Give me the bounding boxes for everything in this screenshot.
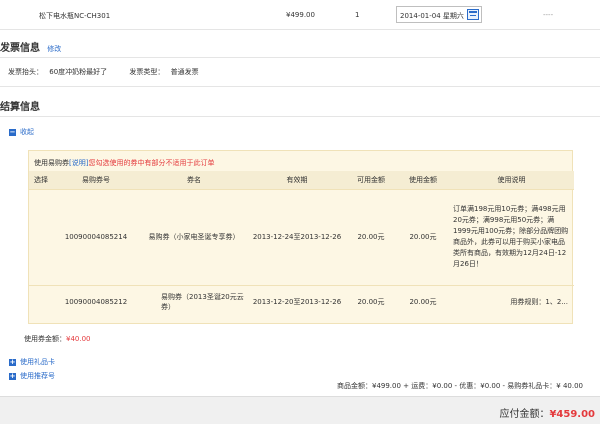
coupon-heading: 使用易购券[说明]您勾选使用的券中有部分不适用于此订单 xyxy=(34,158,214,168)
payable-value: ¥459.00 xyxy=(549,409,595,420)
col-period: 有效期 xyxy=(249,171,345,189)
delivery-date-picker[interactable]: 2014-01-04 星期六 xyxy=(396,6,482,23)
divider xyxy=(0,116,600,117)
product-price: ¥499.00 xyxy=(286,11,315,19)
referral-toggle[interactable]: + 使用推荐号 xyxy=(9,371,55,381)
coupon-total: 使用券金额：¥40.00 xyxy=(24,334,91,344)
col-select: 选择 xyxy=(29,171,53,189)
col-desc: 使用说明 xyxy=(449,171,574,189)
col-used: 使用金额 xyxy=(397,171,449,189)
coupon-used: 20.00元 xyxy=(397,188,449,285)
col-name: 券名 xyxy=(139,171,249,189)
invoice-title: 发票信息 xyxy=(0,43,40,54)
invoice-details: 发票抬头： 60度冲奶粉最好了 发票类型： 普通发票 xyxy=(8,67,199,77)
coupon-period: 2013-12-20至2013-12-26 xyxy=(249,284,345,319)
payable-label: 应付金额： xyxy=(499,409,550,420)
gift-card-label: 使用礼品卡 xyxy=(20,358,55,366)
coupon-help-link[interactable]: [说明] xyxy=(69,159,88,167)
coupon-code: 10090004085212 xyxy=(53,284,139,319)
coupon-available: 20.00元 xyxy=(345,284,397,319)
coupon-code: 10090004085214 xyxy=(53,188,139,285)
plus-icon: + xyxy=(9,357,16,366)
row-select[interactable] xyxy=(29,284,53,319)
coupon-total-value: ¥40.00 xyxy=(66,335,91,343)
product-qty: 1 xyxy=(355,11,360,19)
row-select[interactable] xyxy=(29,188,53,285)
referral-label: 使用推荐号 xyxy=(20,372,55,380)
coupon-available: 20.00元 xyxy=(345,188,397,285)
coupon-desc: 订单满198元用10元券；满498元用20元券；满998元用50元券；满1999… xyxy=(449,188,574,285)
payable: 应付金额：¥459.00 xyxy=(499,405,595,420)
invoice-type-label: 发票类型： xyxy=(129,68,165,76)
invoice-head-value: 60度冲奶粉最好了 xyxy=(49,68,108,76)
collapse-label: 收起 xyxy=(20,128,34,136)
invoice-edit-link[interactable]: 修改 xyxy=(47,45,61,53)
footer-bar: 应付金额：¥459.00 xyxy=(0,396,600,424)
coupon-name: 易购券（2013圣诞20元云券） xyxy=(139,284,249,319)
col-code: 易购券号 xyxy=(53,171,139,189)
gift-card-toggle[interactable]: + 使用礼品卡 xyxy=(9,357,55,367)
product-row: 松下电水瓶NC-CH301 ¥499.00 1 2014-01-04 星期六 -… xyxy=(0,0,600,30)
coupon-warning: 您勾选使用的券中有部分不适用于此订单 xyxy=(88,159,215,167)
calendar-icon[interactable] xyxy=(467,9,479,20)
coupon-table: 选择 易购券号 券名 有效期 可用金额 使用金额 使用说明 1009000408… xyxy=(29,171,574,319)
product-dash: ---- xyxy=(543,11,554,19)
table-row[interactable]: 10090004085214 易购券（小家电圣诞专享券） 2013-12-24至… xyxy=(29,188,574,285)
invoice-head-label: 发票抬头： xyxy=(8,68,43,76)
coupon-period: 2013-12-24至2013-12-26 xyxy=(249,188,345,285)
col-available: 可用金额 xyxy=(345,171,397,189)
settle-title: 结算信息 xyxy=(0,102,40,113)
invoice-type-value: 普通发票 xyxy=(170,68,199,76)
collapse-toggle[interactable]: − 收起 xyxy=(9,127,34,137)
divider xyxy=(0,57,600,58)
coupon-desc: 用券规则：1、2... xyxy=(449,284,574,319)
product-name: 松下电水瓶NC-CH301 xyxy=(39,12,111,20)
table-header: 选择 易购券号 券名 有效期 可用金额 使用金额 使用说明 xyxy=(29,171,574,189)
coupon-used: 20.00元 xyxy=(397,284,449,319)
invoice-header: 发票信息 修改 xyxy=(0,39,61,54)
divider xyxy=(0,86,600,87)
coupon-heading-label: 使用易购券 xyxy=(34,159,69,167)
coupon-panel: 使用易购券[说明]您勾选使用的券中有部分不适用于此订单 选择 易购券号 券名 有… xyxy=(28,150,574,324)
coupon-name: 易购券（小家电圣诞专享券） xyxy=(139,188,249,285)
amount-summary: 商品金额：¥499.00 + 运费：¥0.00 - 优惠：¥0.00 - 易购券… xyxy=(336,382,583,390)
coupon-total-label: 使用券金额： xyxy=(24,335,66,343)
delivery-date-value: 2014-01-04 星期六 xyxy=(400,12,464,20)
plus-icon: + xyxy=(9,371,16,380)
minus-icon: − xyxy=(9,127,16,136)
table-row[interactable]: 10090004085212 易购券（2013圣诞20元云券） 2013-12-… xyxy=(29,284,574,319)
